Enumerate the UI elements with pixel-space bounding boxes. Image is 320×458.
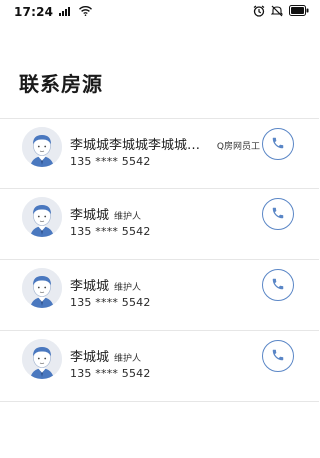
- contact-phone: 135 **** 5542: [70, 367, 151, 380]
- call-button[interactable]: [262, 340, 294, 372]
- agent-avatar-icon: [22, 339, 62, 379]
- contact-row[interactable]: 李城城 维护人 135 **** 5542: [0, 189, 319, 260]
- agent-avatar-icon: [22, 268, 62, 308]
- call-button[interactable]: [262, 128, 294, 160]
- page-title: 联系房源: [19, 72, 103, 96]
- contact-role: 维护人: [114, 354, 142, 364]
- name-line: 李城城 维护人: [70, 346, 260, 365]
- name-line: 李城城 维护人: [70, 275, 260, 294]
- contact-name: 李城城李城城李城城城城...: [70, 138, 212, 153]
- call-button[interactable]: [262, 269, 294, 301]
- phone-icon: [271, 347, 285, 366]
- agent-avatar-icon: [22, 127, 62, 167]
- name-line: 李城城 维护人: [70, 204, 260, 223]
- battery-icon: [289, 5, 309, 19]
- contact-name: 李城城: [70, 208, 110, 223]
- phone-icon: [271, 205, 285, 224]
- contact-phone: 135 **** 5542: [70, 225, 151, 238]
- signal-icon: [59, 5, 73, 19]
- status-bar: 17:24: [0, 0, 319, 24]
- contact-row[interactable]: 李城城李城城李城城城城... Q房网员工 135 **** 5542: [0, 118, 319, 189]
- phone-icon: [271, 276, 285, 295]
- contact-role: 维护人: [114, 212, 142, 222]
- contact-name: 李城城: [70, 279, 110, 294]
- contact-list: 李城城李城城李城城城城... Q房网员工 135 **** 5542 李城城 维…: [0, 118, 319, 402]
- status-left: 17:24: [14, 5, 93, 19]
- mute-icon: [270, 5, 284, 20]
- contact-role: Q房网员工: [216, 142, 260, 152]
- wifi-icon: [79, 5, 93, 19]
- contact-row[interactable]: 李城城 维护人 135 **** 5542: [0, 331, 319, 402]
- contact-row[interactable]: 李城城 维护人 135 **** 5542: [0, 260, 319, 331]
- agent-avatar-icon: [22, 197, 62, 237]
- alarm-icon: [253, 5, 265, 20]
- call-button[interactable]: [262, 198, 294, 230]
- name-line: 李城城李城城李城城城城... Q房网员工: [70, 134, 260, 153]
- contact-phone: 135 **** 5542: [70, 296, 151, 309]
- phone-icon: [271, 135, 285, 154]
- status-right: [253, 5, 309, 20]
- status-time: 17:24: [14, 5, 54, 19]
- contact-phone: 135 **** 5542: [70, 155, 151, 168]
- contact-role: 维护人: [114, 283, 142, 293]
- contact-name: 李城城: [70, 350, 110, 365]
